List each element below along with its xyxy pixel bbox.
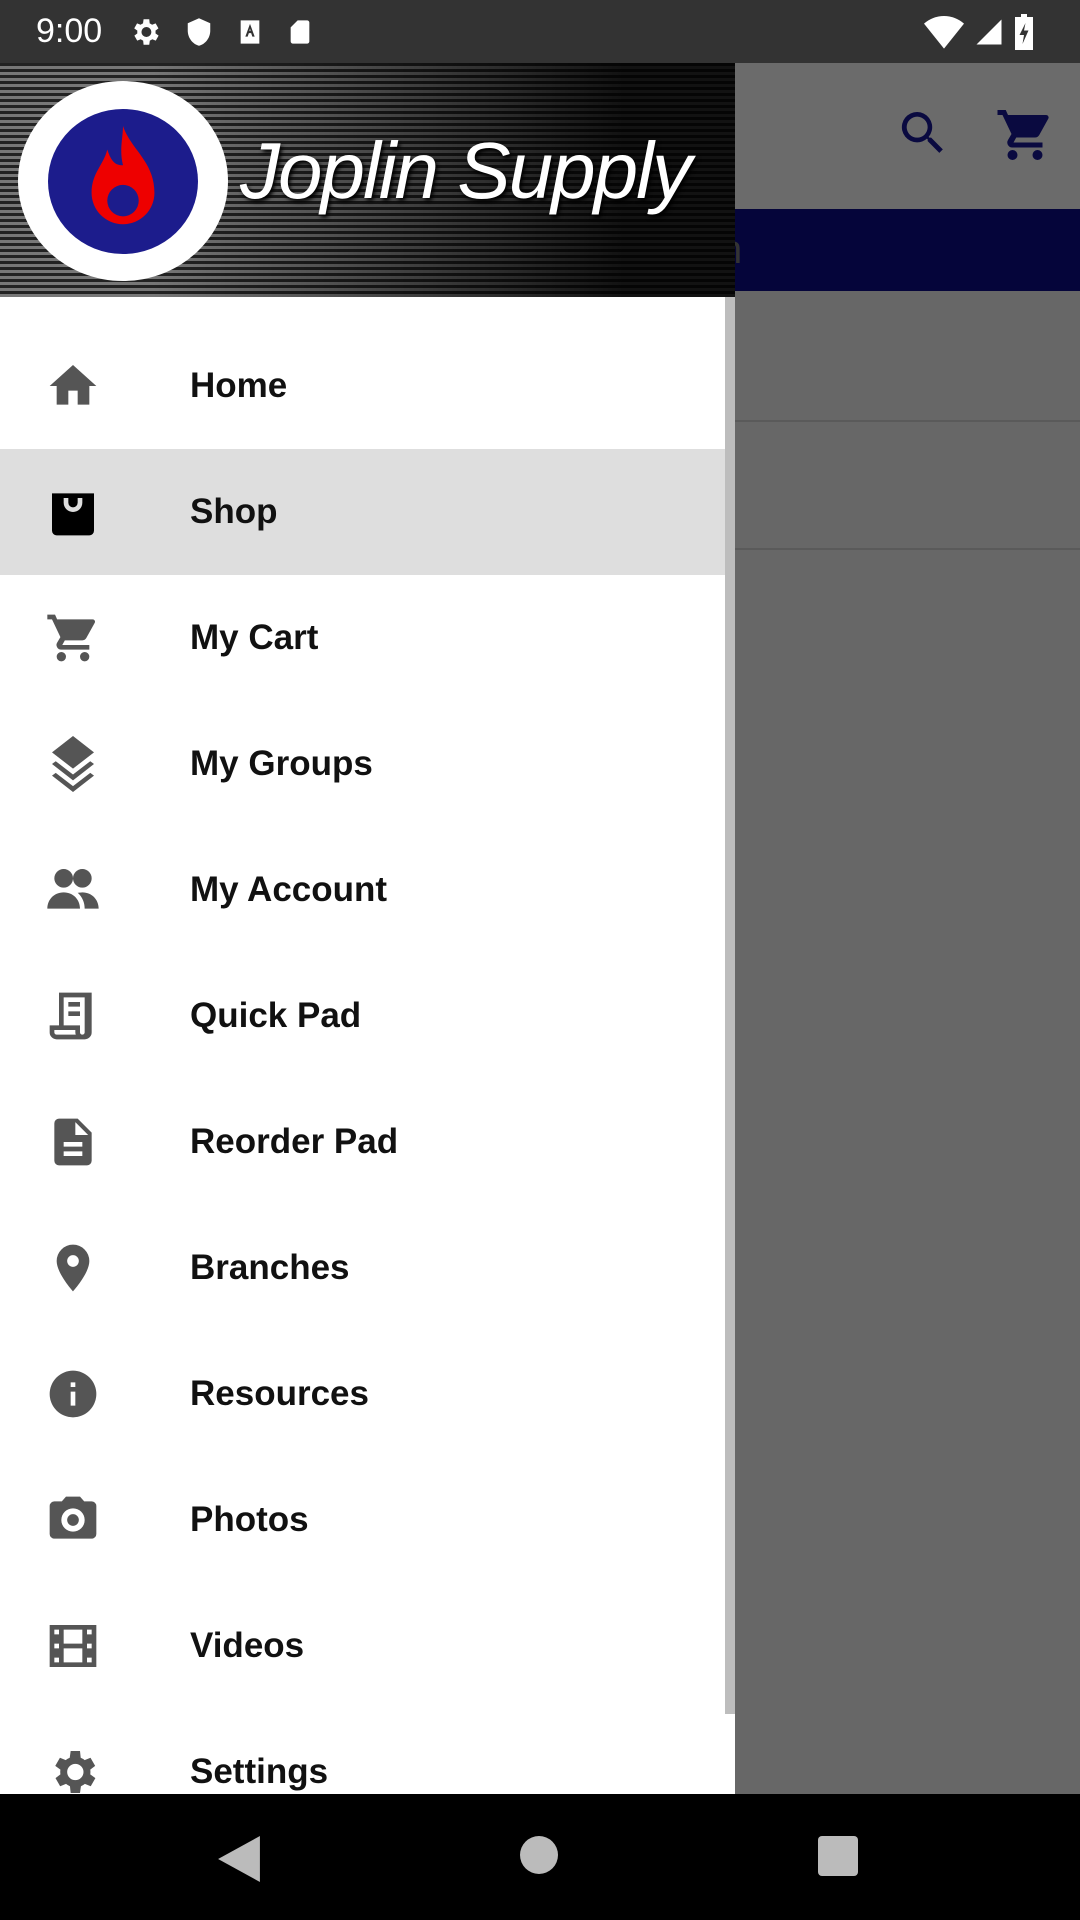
layers-icon — [52, 736, 94, 792]
film-icon — [49, 1625, 97, 1667]
home-icon — [49, 365, 97, 405]
menu-item-label: My Groups — [190, 744, 373, 783]
menu-item-my-groups[interactable]: My Groups — [0, 701, 735, 827]
shopping-bag-icon — [52, 493, 94, 536]
battery-charging-icon — [1015, 13, 1033, 50]
info-icon — [49, 1370, 97, 1418]
search-icon[interactable] — [895, 105, 951, 161]
menu-item-label: Videos — [190, 1626, 305, 1665]
menu-item-label: Settings — [190, 1752, 329, 1791]
menu-item-label: Photos — [190, 1500, 309, 1539]
menu-item-settings[interactable]: Settings — [0, 1709, 735, 1794]
menu-item-label: Resources — [190, 1374, 369, 1413]
menu-item-my-cart[interactable]: My Cart — [0, 575, 735, 701]
a-icon — [240, 19, 260, 44]
menu-item-label: Reorder Pad — [190, 1122, 399, 1161]
menu-item-quick-pad[interactable]: Quick Pad — [0, 953, 735, 1079]
menu-item-label: My Account — [190, 870, 388, 909]
clock: 9:00 — [36, 12, 103, 50]
wifi-icon — [924, 15, 964, 49]
menu-item-label: Shop — [190, 492, 278, 531]
settings-icon — [55, 1751, 96, 1793]
system-nav-bar — [0, 1794, 1080, 1920]
menu-item-label: Branches — [190, 1248, 350, 1287]
menu-item-branches[interactable]: Branches — [0, 1205, 735, 1331]
shield-icon — [187, 17, 211, 46]
receipt-icon — [49, 992, 92, 1040]
company-logo — [18, 81, 228, 281]
status-bar: 9:00 — [0, 0, 1080, 63]
location-pin-icon — [56, 1244, 90, 1292]
navigation-drawer: Joplin Supply Home Shop My Cart My Group… — [0, 63, 735, 1794]
menu-item-label: Quick Pad — [190, 996, 362, 1035]
brand-name: Joplin Supply — [240, 126, 692, 215]
menu-item-home[interactable]: Home — [0, 323, 735, 449]
cart-icon — [47, 614, 96, 662]
menu-item-shop[interactable]: Shop — [0, 449, 735, 575]
people-icon — [47, 869, 99, 909]
sd-card-icon — [290, 19, 310, 44]
menu-item-label: Home — [190, 366, 288, 405]
menu-item-videos[interactable]: Videos — [0, 1583, 735, 1709]
drawer-header: Joplin Supply — [0, 63, 735, 297]
signal-icon — [976, 19, 1002, 44]
menu-item-resources[interactable]: Resources — [0, 1331, 735, 1457]
recents-icon[interactable] — [818, 1836, 858, 1876]
back-icon[interactable] — [218, 1836, 260, 1882]
home-icon[interactable] — [520, 1836, 558, 1874]
scrollbar[interactable] — [725, 297, 735, 1714]
drawer-menu: Home Shop My Cart My Groups My Account Q… — [0, 297, 735, 1794]
cart-icon[interactable] — [995, 105, 1055, 165]
menu-item-reorder-pad[interactable]: Reorder Pad — [0, 1079, 735, 1205]
settings-icon — [134, 18, 159, 45]
camera-icon — [49, 1496, 97, 1539]
menu-item-label: My Cart — [190, 618, 319, 657]
menu-item-my-account[interactable]: My Account — [0, 827, 735, 953]
document-icon — [54, 1118, 92, 1166]
menu-item-photos[interactable]: Photos — [0, 1457, 735, 1583]
